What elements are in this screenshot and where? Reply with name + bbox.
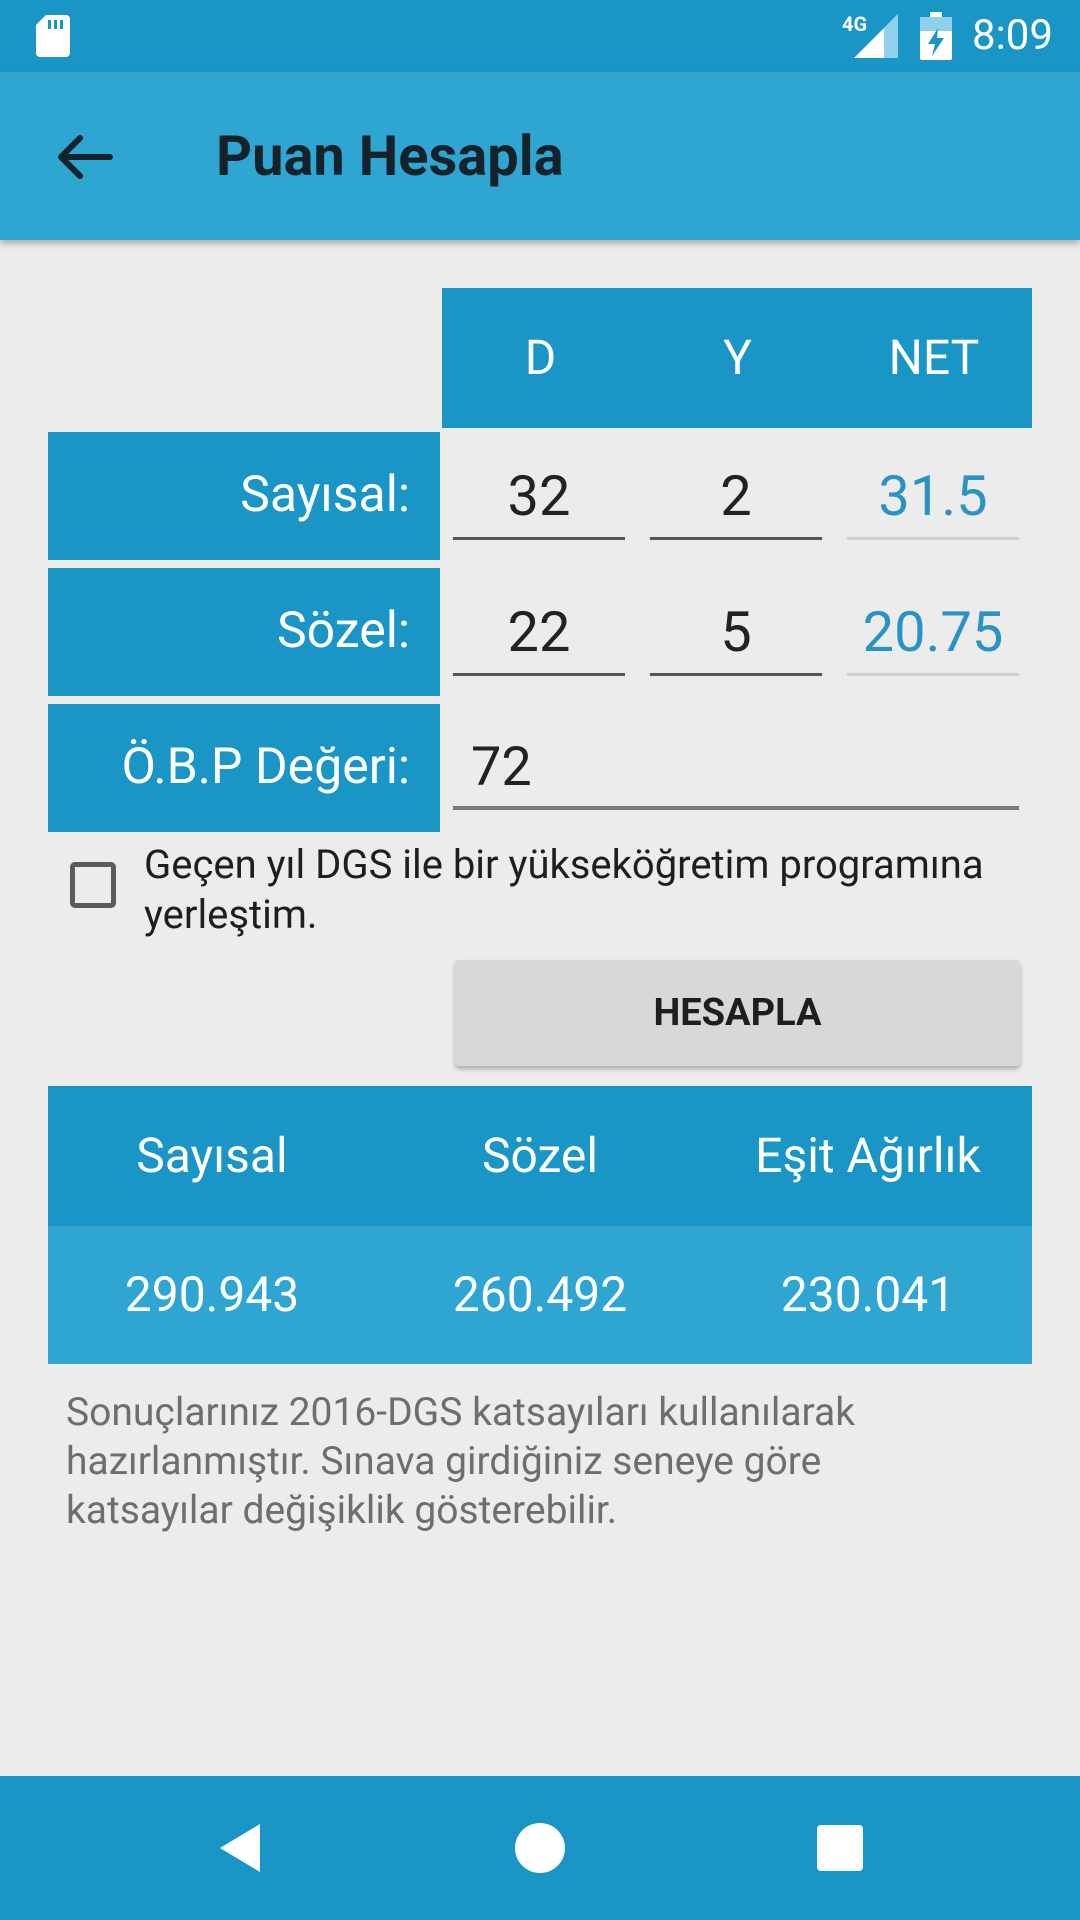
- previous-placement-label[interactable]: Geçen yıl DGS ile bir yükseköğretim prog…: [144, 840, 1044, 940]
- sayisal-net-value: 31.5: [847, 455, 1019, 540]
- coefficient-note: Sonuçlarınız 2016-DGS katsayıları kullan…: [66, 1389, 855, 1533]
- results-header: Sayısal Sözel Eşit Ağırlık: [48, 1086, 1032, 1226]
- column-header-y: Y: [723, 329, 752, 386]
- sozel-correct-input[interactable]: 22: [453, 591, 625, 676]
- battery-charging-icon: [920, 12, 952, 60]
- result-value-sayisal: 290.943: [124, 1266, 300, 1323]
- obp-input[interactable]: 72: [453, 726, 1019, 810]
- results-values: 290.943 260.492 230.041: [48, 1226, 1032, 1364]
- app-bar: Puan Hesapla: [0, 72, 1080, 240]
- row-label-obp: Ö.B.P Değeri:: [121, 738, 410, 796]
- result-header-esit-agirlik: Eşit Ağırlık: [755, 1127, 981, 1184]
- sayisal-correct-input[interactable]: 32: [453, 455, 625, 540]
- row-label-sayisal: Sayısal:: [240, 466, 410, 524]
- home-circle-icon[interactable]: [508, 1816, 572, 1880]
- network-type-label: 4G: [842, 12, 868, 36]
- row-label-cell-sozel: Sözel:: [48, 568, 440, 696]
- column-header-net: NET: [888, 329, 980, 386]
- clock: 8:09: [972, 11, 1053, 60]
- sayisal-wrong-input[interactable]: 2: [650, 455, 822, 540]
- result-header-sozel: Sözel: [481, 1127, 599, 1184]
- row-label-sozel: Sözel:: [276, 602, 410, 660]
- sozel-net-value: 20.75: [847, 591, 1019, 676]
- page-title: Puan Hesapla: [216, 123, 564, 189]
- arrow-left-icon: [58, 135, 113, 179]
- calculate-button[interactable]: HESAPLA: [455, 960, 1020, 1066]
- previous-placement-checkbox[interactable]: [70, 862, 116, 908]
- back-triangle-icon[interactable]: [208, 1816, 272, 1880]
- result-header-sayisal: Sayısal: [136, 1127, 288, 1184]
- sd-card-icon: [36, 15, 70, 57]
- result-value-esit-agirlik: 230.041: [780, 1266, 956, 1323]
- sozel-wrong-input[interactable]: 5: [650, 591, 822, 676]
- back-button[interactable]: [40, 114, 126, 200]
- row-label-cell-obp: Ö.B.P Değeri:: [48, 704, 440, 832]
- recents-square-icon[interactable]: [808, 1816, 872, 1880]
- result-value-sozel: 260.492: [452, 1266, 628, 1323]
- column-header-d: D: [524, 329, 557, 386]
- navigation-bar: [0, 1776, 1080, 1920]
- row-label-cell-sayisal: Sayısal:: [48, 432, 440, 560]
- status-bar: 4G 8:09: [0, 0, 1080, 72]
